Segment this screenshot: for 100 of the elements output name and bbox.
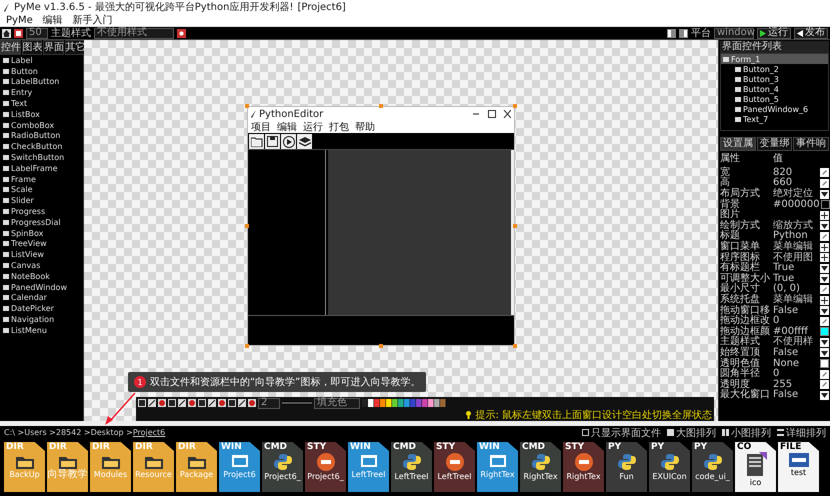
dropdown-button[interactable]	[820, 348, 829, 358]
color-swatch[interactable]	[820, 327, 829, 336]
sidebar-tab[interactable]: 界面	[43, 40, 64, 55]
widget-item[interactable]: Label	[0, 55, 83, 66]
widget-item[interactable]: LabelFrame	[0, 162, 83, 174]
dropdown-button[interactable]	[820, 221, 829, 230]
resize-handle[interactable]	[513, 224, 517, 228]
sidebar-tab[interactable]: 控件	[0, 40, 20, 55]
widget-item[interactable]: ComboBox	[0, 120, 83, 131]
color-swatch[interactable]	[820, 200, 830, 210]
layers-icon[interactable]	[297, 134, 312, 149]
resize-handle[interactable]	[379, 344, 383, 348]
shape-tool-icon[interactable]	[148, 399, 156, 407]
widget-item[interactable]: Scale	[0, 184, 83, 196]
resize-handle[interactable]	[245, 104, 249, 108]
shape-tool-icon[interactable]	[228, 399, 236, 407]
color-palette-icon[interactable]	[362, 399, 446, 407]
color-swatch[interactable]	[820, 359, 829, 368]
save-icon[interactable]	[265, 134, 280, 149]
widget-item[interactable]: Text	[0, 98, 83, 109]
dropdown-button[interactable]	[820, 306, 829, 316]
file-tile[interactable]: PY code_ui_	[692, 442, 733, 492]
widget-item[interactable]: RadioButton	[0, 130, 83, 142]
widget-item[interactable]: CheckButton	[0, 141, 83, 152]
file-tile[interactable]: WIN Project6	[219, 442, 260, 492]
shape-tool-icon[interactable]	[238, 399, 246, 407]
widget-item[interactable]: Navigation	[0, 314, 83, 325]
panel-tab[interactable]: 设置属	[720, 137, 756, 151]
widget-item[interactable]: ListView	[0, 249, 83, 260]
shape-tool-icon[interactable]	[178, 399, 186, 407]
widget-item[interactable]: Progress	[0, 206, 83, 217]
widget-item[interactable]: NoteBook	[0, 270, 83, 282]
tree-item[interactable]: Button_4	[721, 84, 828, 94]
dropdown-button[interactable]	[820, 190, 829, 199]
widget-item[interactable]: SwitchButton	[0, 152, 83, 163]
publish-button[interactable]: 发布	[794, 28, 828, 38]
palette-icon[interactable]	[177, 28, 186, 38]
add-button[interactable]	[820, 210, 829, 220]
size-field[interactable]: 50	[26, 28, 48, 38]
widget-item[interactable]: ListMenu	[0, 324, 83, 336]
layout-icon[interactable]	[679, 28, 688, 38]
open-folder-icon[interactable]	[249, 134, 264, 149]
widget-item[interactable]: Slider	[0, 195, 83, 206]
panel-tab[interactable]: 事件响	[793, 137, 830, 151]
dropdown-button[interactable]	[820, 390, 829, 400]
path-link[interactable]: Project6	[132, 428, 166, 437]
widget-item[interactable]: PanedWindow	[0, 282, 83, 293]
sidebar-tab[interactable]: 其它	[64, 40, 85, 55]
add-button[interactable]	[820, 253, 829, 262]
fill-dropdown[interactable]: 填充色	[314, 398, 360, 408]
resize-handle[interactable]	[513, 344, 517, 348]
shape-tool-icon[interactable]	[168, 399, 176, 407]
dropdown-button[interactable]	[820, 264, 829, 273]
window-controls-icon[interactable]	[473, 110, 511, 118]
dropdown-button[interactable]	[820, 274, 829, 284]
form-menu-item[interactable]: 编辑	[277, 120, 297, 134]
file-tile[interactable]: WIN LeftTreeI	[348, 442, 389, 492]
widget-item[interactable]: ProgressDial	[0, 216, 83, 228]
shape-tool-icon[interactable]	[208, 399, 216, 407]
form-preview[interactable]: PythonEditor 项目 编辑 运行 打包 帮助	[247, 106, 515, 346]
form-menu-item[interactable]: 项目	[251, 120, 271, 134]
edit-button[interactable]	[820, 284, 829, 294]
file-tile[interactable]: STY RightTex	[563, 442, 604, 492]
widget-item[interactable]: TreeView	[0, 238, 83, 250]
sidebar-tab[interactable]: 图表	[22, 40, 42, 55]
layout-icon[interactable]	[667, 28, 676, 38]
edit-button[interactable]	[820, 316, 829, 326]
line-width-dropdown[interactable]: 2	[258, 398, 280, 408]
form-menu-item[interactable]: 打包	[329, 120, 349, 134]
widget-item[interactable]: Canvas	[0, 260, 83, 271]
file-tile[interactable]: WIN RightTex	[477, 442, 518, 492]
small-grid-icon[interactable]	[722, 429, 729, 436]
file-tile[interactable]: STY Project6_	[305, 442, 346, 492]
tree-item[interactable]: Form_1	[721, 54, 828, 64]
edit-button[interactable]	[820, 178, 829, 188]
add-button[interactable]	[820, 242, 829, 252]
file-tile[interactable]: PY Fun	[606, 442, 647, 492]
dropdown-button[interactable]	[820, 338, 829, 347]
menu-item[interactable]: 编辑	[42, 13, 63, 27]
menu-item[interactable]: 新手入门	[72, 13, 113, 27]
widget-item[interactable]: Frame	[0, 174, 83, 185]
home-icon[interactable]	[2, 28, 11, 38]
file-tile[interactable]: STY LeftTreeI	[434, 442, 475, 492]
add-button[interactable]	[820, 296, 829, 305]
shape-tool-icon[interactable]	[198, 399, 206, 407]
edit-button[interactable]	[820, 380, 829, 390]
widget-item[interactable]: Button	[0, 66, 83, 77]
resize-handle[interactable]	[245, 344, 249, 348]
widget-item[interactable]: ListBox	[0, 108, 83, 120]
checkbox[interactable]	[582, 429, 589, 436]
resize-handle[interactable]	[245, 224, 249, 228]
file-tile[interactable]: FILE test	[778, 442, 819, 492]
widget-item[interactable]: SpinBox	[0, 228, 83, 239]
edit-button[interactable]	[820, 168, 829, 178]
edit-button[interactable]	[820, 232, 829, 241]
tree-item[interactable]: Button_3	[721, 74, 828, 84]
widget-item[interactable]: LabelButton	[0, 76, 83, 88]
platform-dropdown[interactable]: window	[714, 28, 754, 38]
tree-item[interactable]: PanedWindow_6	[721, 104, 828, 114]
panel-tab[interactable]: 变量绑	[756, 137, 792, 151]
